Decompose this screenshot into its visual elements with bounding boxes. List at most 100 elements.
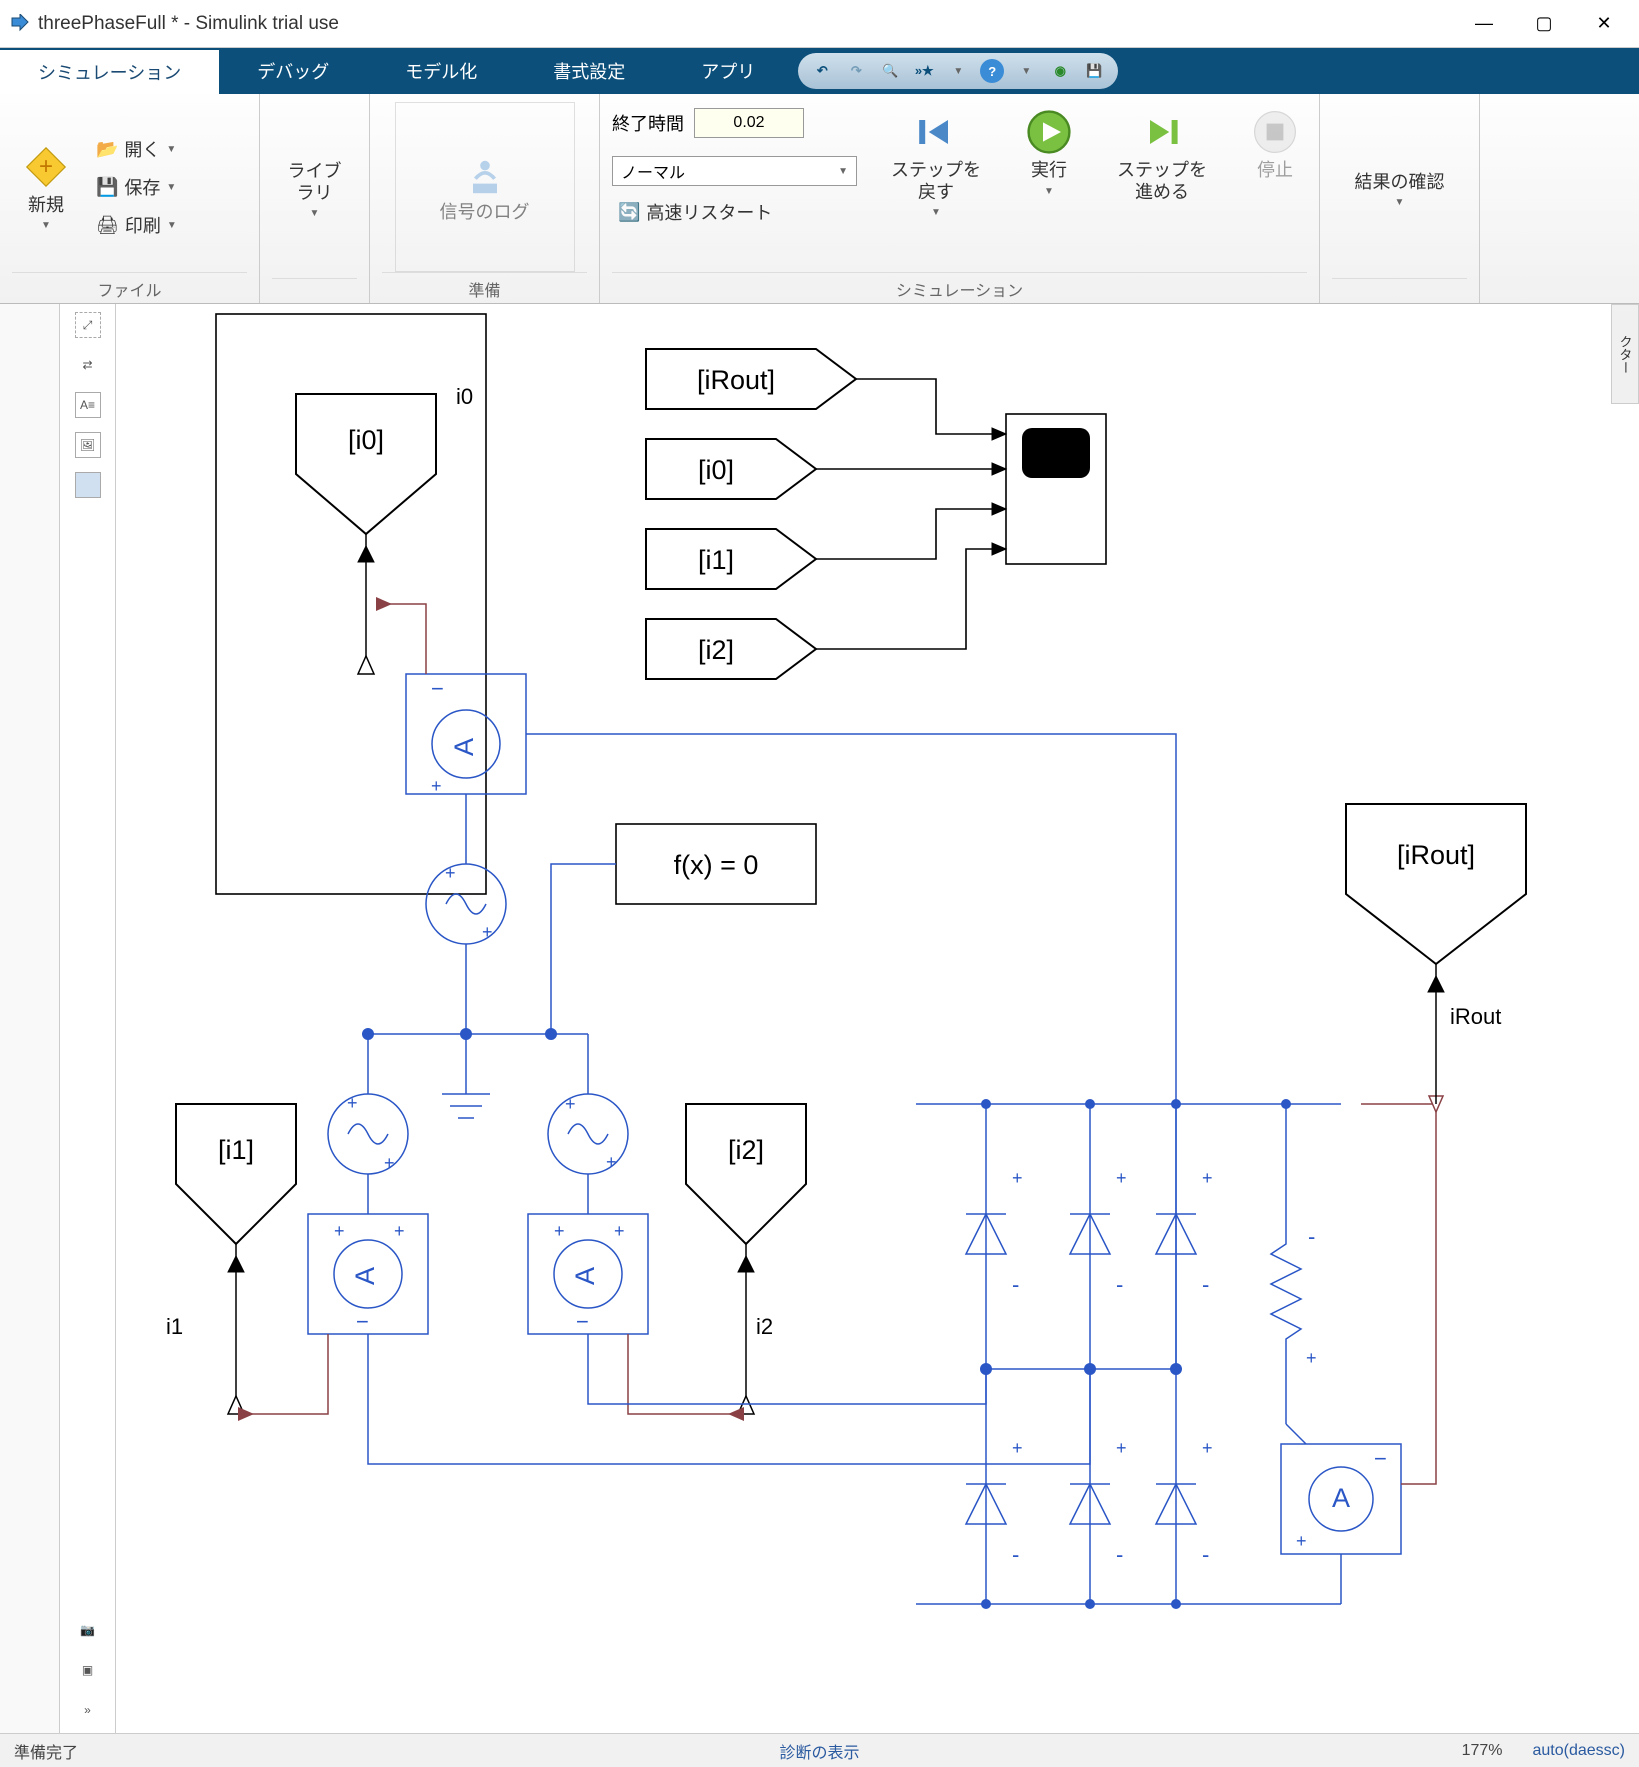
simulation-mode-select[interactable]: ノーマル▼ [612, 156, 857, 186]
fast-restart-icon: 🔄 [618, 202, 640, 223]
group-label-prepare: 準備 [382, 272, 587, 301]
status-ready: 準備完了 [14, 1739, 78, 1763]
group-label-simulate: シミュレーション [612, 272, 1307, 301]
arrows-icon[interactable]: ⇄ [75, 352, 101, 378]
minimize-button[interactable]: — [1469, 9, 1499, 39]
from-i2-block[interactable]: [i2] [646, 619, 816, 679]
svg-text:iRout: iRout [1450, 1004, 1501, 1029]
svg-text:+: + [1296, 1531, 1307, 1551]
save-button[interactable]: 💾保存▼ [90, 171, 183, 203]
svg-text:+: + [565, 1094, 576, 1114]
annotation-icon[interactable]: A≡ [75, 392, 101, 418]
quick-access-toolbar: ↶ ↷ 🔍 »★ ▼ ? ▼ ◉ 💾 [798, 53, 1118, 89]
log-signals-button[interactable]: 信号のログ [395, 102, 575, 272]
print-button[interactable]: 🖨印刷▼ [90, 209, 183, 241]
svg-text:−: − [431, 676, 444, 701]
tab-format[interactable]: 書式設定 [515, 48, 663, 94]
zoom-level[interactable]: 177% [1462, 1742, 1503, 1760]
goto-i0-label: [i0] [348, 425, 384, 455]
svg-text:+: + [431, 776, 442, 796]
help-icon[interactable]: ? [980, 59, 1004, 83]
svg-text:[i2]: [i2] [698, 635, 734, 665]
diode-bridge[interactable]: +- +- +- +- +- +- [916, 1099, 1341, 1609]
svg-text:A: A [1332, 1483, 1350, 1513]
tab-apps[interactable]: アプリ [663, 48, 793, 94]
svg-text:+: + [1202, 1438, 1213, 1458]
run-button[interactable]: 実行 ▼ [1015, 102, 1083, 203]
fast-restart-button[interactable]: 🔄高速リスタート [612, 196, 857, 228]
help-dropdown[interactable]: ▼ [1014, 59, 1038, 83]
close-button[interactable]: ✕ [1589, 9, 1619, 39]
tab-modeling[interactable]: モデル化 [367, 48, 515, 94]
search-icon[interactable]: 🔍 [878, 59, 902, 83]
svg-text:-: - [1202, 1542, 1209, 1567]
svg-text:+: + [554, 1221, 565, 1241]
diagram-canvas[interactable]: [i0] i0 [iRout] [i0] [i1] [i2] A − + f(x… [116, 304, 1611, 1733]
step-forward-button[interactable]: ステップを 進める [1107, 102, 1217, 209]
svg-text:+: + [1116, 1168, 1127, 1188]
from-i0-block[interactable]: [i0] [646, 439, 816, 499]
open-button[interactable]: 📂開く▼ [90, 133, 183, 165]
maximize-button[interactable]: ▢ [1529, 9, 1559, 39]
svg-text:A: A [570, 1267, 600, 1285]
model-browser-strip[interactable] [0, 304, 60, 1733]
resistor-load[interactable] [1271, 1104, 1301, 1424]
simulink-icon [10, 14, 30, 34]
disk-icon: 💾 [96, 177, 118, 198]
svg-text:[iRout]: [iRout] [1397, 840, 1475, 870]
image-icon[interactable]: 🖼 [75, 432, 101, 458]
svg-text:-: - [1202, 1272, 1209, 1297]
group-label-file: ファイル [12, 272, 247, 301]
qab-dropdown[interactable]: ▼ [946, 59, 970, 83]
tab-simulation[interactable]: シミュレーション [0, 48, 219, 94]
svg-text:+: + [1012, 1438, 1023, 1458]
svg-text:+: + [445, 863, 456, 883]
svg-text:f(x) = 0: f(x) = 0 [674, 850, 759, 880]
from-irout-block[interactable]: [iRout] [646, 349, 856, 409]
svg-text:i1: i1 [166, 1314, 183, 1339]
stop-button[interactable]: 停止 [1241, 102, 1309, 188]
svg-text:-: - [1116, 1272, 1123, 1297]
svg-text:+: + [1012, 1168, 1023, 1188]
ribbon: + 新規 ▼ 📂開く▼ 💾保存▼ 🖨印刷▼ ファイル ライブラリ ▼ [0, 94, 1639, 304]
svg-text:+: + [606, 1152, 617, 1172]
fit-view-icon[interactable]: ⤢ [75, 312, 101, 338]
save-icon[interactable]: 💾 [1082, 59, 1106, 83]
printer-icon: 🖨 [96, 215, 119, 236]
from-i1-block[interactable]: [i1] [646, 529, 816, 589]
svg-text:+: + [1116, 1438, 1127, 1458]
window-controls: — ▢ ✕ [1469, 9, 1619, 39]
tab-debug[interactable]: デバッグ [219, 48, 367, 94]
goto-irout-block[interactable] [1346, 804, 1526, 964]
property-inspector-tab[interactable]: クター [1611, 304, 1639, 404]
subsystem-icon[interactable]: ▣ [75, 1657, 101, 1683]
svg-text:A: A [350, 1267, 380, 1285]
svg-text:A: A [449, 738, 479, 756]
step-back-button[interactable]: ステップを 戻す ▼ [881, 102, 991, 224]
statusbar: 準備完了 診断の表示 177% auto(daessc) [0, 1733, 1639, 1767]
solver-link[interactable]: auto(daessc) [1533, 1742, 1626, 1760]
area-icon[interactable] [75, 472, 101, 498]
review-results-button[interactable]: 結果の確認 ▼ [1345, 102, 1455, 278]
svg-text:−: − [576, 1309, 589, 1334]
svg-text:[i2]: [i2] [728, 1135, 764, 1165]
window-title: threePhaseFull * - Simulink trial use [38, 13, 1469, 35]
library-button[interactable]: ライブラリ ▼ [272, 102, 357, 278]
stop-time-input[interactable] [694, 108, 804, 138]
diagnostics-link[interactable]: 診断の表示 [779, 1739, 859, 1763]
favorites-icon[interactable]: »★ [912, 59, 936, 83]
stop-time-label: 終了時間 [612, 110, 684, 136]
svg-text:+: + [347, 1093, 358, 1113]
goto-i1-block[interactable] [176, 1104, 296, 1244]
goto-i2-block[interactable] [686, 1104, 806, 1244]
target-icon[interactable]: ◉ [1048, 59, 1072, 83]
undo-icon[interactable]: ↶ [810, 59, 834, 83]
svg-text:−: − [356, 1309, 369, 1334]
screenshot-icon[interactable]: 📷 [75, 1617, 101, 1643]
svg-text:+: + [482, 922, 493, 942]
svg-text:-: - [1116, 1542, 1123, 1567]
svg-text:i2: i2 [756, 1314, 773, 1339]
redo-icon[interactable]: ↷ [844, 59, 868, 83]
expand-icon[interactable]: » [75, 1697, 101, 1723]
new-button[interactable]: + 新規 ▼ [12, 102, 80, 272]
